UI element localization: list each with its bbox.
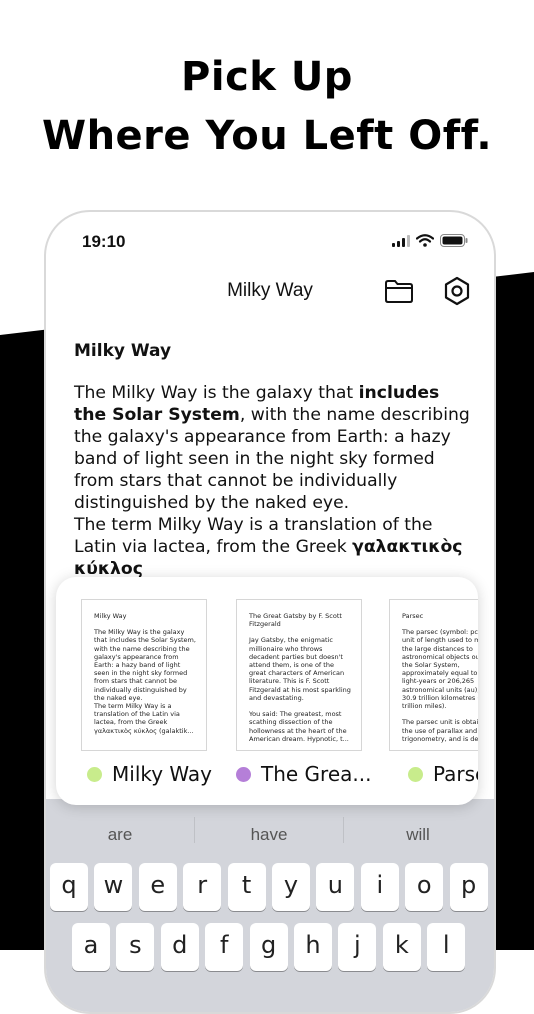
cellular-signal-icon bbox=[392, 234, 410, 247]
nav-bar: Milky Way bbox=[46, 270, 494, 314]
key-s[interactable]: s bbox=[116, 923, 155, 971]
recent-card-thumbnail[interactable]: Parsec The parsec (symbol: pc) is a unit… bbox=[389, 599, 478, 751]
reader-content: Milky Way The Milky Way is the galaxy th… bbox=[74, 340, 474, 580]
thumbnail-body: The parsec (symbol: pc) is a unit of len… bbox=[402, 628, 478, 743]
recent-card-name: Milky Way bbox=[112, 762, 213, 786]
key-w[interactable]: w bbox=[94, 863, 133, 911]
key-i[interactable]: i bbox=[360, 863, 399, 911]
key-f[interactable]: f bbox=[205, 923, 244, 971]
recent-card-thumbnail[interactable]: The Great Gatsby by F. Scott Fitzgerald … bbox=[236, 599, 362, 751]
headline-line-1: Pick Up bbox=[181, 54, 353, 100]
headline-line-2: Where You Left Off. bbox=[41, 113, 493, 159]
keyboard: are have will qwertyuiop asdfghjkl bbox=[46, 799, 494, 1012]
settings-icon[interactable] bbox=[442, 276, 472, 306]
thumbnail-title: Parsec bbox=[402, 612, 424, 620]
battery-icon bbox=[440, 234, 468, 247]
color-tag-dot bbox=[408, 766, 423, 782]
key-y[interactable]: y bbox=[272, 863, 310, 911]
key-a[interactable]: a bbox=[72, 923, 110, 971]
key-t[interactable]: t bbox=[227, 863, 266, 911]
document-body: The Milky Way is the galaxy that include… bbox=[74, 382, 474, 580]
recent-card-name: Parsec bbox=[433, 762, 478, 786]
recent-card-label[interactable]: The Grea... bbox=[236, 762, 371, 786]
thumbnail-body: Jay Gatsby, the enigmatic millionaire wh… bbox=[249, 636, 351, 743]
key-u[interactable]: u bbox=[316, 863, 355, 911]
key-k[interactable]: k bbox=[382, 923, 421, 971]
keyboard-suggestions: are have will bbox=[46, 799, 494, 853]
paragraph-1-text: The Milky Way is the galaxy that bbox=[74, 383, 359, 403]
key-l[interactable]: l bbox=[427, 923, 466, 971]
nav-title: Milky Way bbox=[227, 280, 313, 301]
wifi-icon bbox=[416, 234, 434, 247]
document-title: Milky Way bbox=[74, 341, 172, 361]
key-o[interactable]: o bbox=[405, 863, 444, 911]
recent-card-label[interactable]: Milky Way bbox=[87, 762, 212, 786]
key-h[interactable]: h bbox=[294, 923, 332, 971]
key-r[interactable]: r bbox=[183, 863, 222, 911]
status-icons bbox=[392, 234, 468, 247]
document-paragraph-1: The Milky Way is the galaxy that include… bbox=[74, 382, 474, 514]
key-d[interactable]: d bbox=[160, 923, 199, 971]
thumbnail-title: The Great Gatsby by F. Scott Fitzgerald bbox=[249, 612, 342, 629]
folder-icon[interactable] bbox=[384, 278, 414, 304]
key-e[interactable]: e bbox=[138, 863, 177, 911]
recent-card-label[interactable]: Parsec bbox=[408, 762, 478, 786]
suggestion-3[interactable]: will bbox=[344, 825, 492, 845]
thumbnail-body: The Milky Way is the galaxy that include… bbox=[94, 628, 196, 735]
key-p[interactable]: p bbox=[449, 863, 488, 911]
document-paragraph-2: The term Milky Way is a translation of t… bbox=[74, 514, 474, 580]
key-q[interactable]: q bbox=[50, 863, 88, 911]
recent-card-name: The Grea... bbox=[261, 762, 372, 786]
status-time: 19:10 bbox=[82, 232, 126, 251]
recent-card-thumbnail[interactable]: Milky Way The Milky Way is the galaxy th… bbox=[81, 599, 207, 751]
suggestion-2[interactable]: have bbox=[195, 825, 343, 845]
key-j[interactable]: j bbox=[338, 923, 377, 971]
thumbnail-title: Milky Way bbox=[94, 612, 127, 620]
suggestion-1[interactable]: are bbox=[46, 825, 194, 845]
color-tag-dot bbox=[87, 766, 102, 782]
color-tag-dot bbox=[236, 766, 251, 782]
status-bar: 19:10 bbox=[46, 212, 494, 272]
recent-documents-panel: Milky Way The Milky Way is the galaxy th… bbox=[56, 577, 478, 805]
key-g[interactable]: g bbox=[249, 923, 288, 971]
